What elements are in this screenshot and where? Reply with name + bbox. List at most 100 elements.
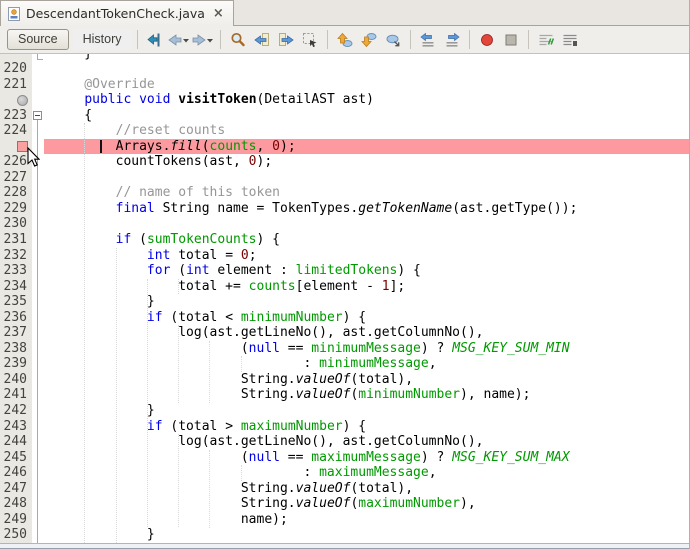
line-number-gutter[interactable]: 227 [0, 170, 32, 186]
code-text[interactable]: } [44, 527, 689, 543]
code-line[interactable]: 223 { [0, 108, 689, 124]
find-previous-icon[interactable] [250, 29, 274, 51]
code-line[interactable]: 242 } [0, 403, 689, 419]
code-text[interactable]: total += counts[element - 1]; [44, 279, 689, 295]
code-text[interactable]: countTokens(ast, 0); [44, 154, 689, 170]
code-line[interactable]: 246 : maximumMessage, [0, 465, 689, 481]
fold-margin[interactable] [32, 356, 44, 372]
code-line[interactable]: 228 // name of this token [0, 185, 689, 201]
record-macro-icon[interactable] [475, 29, 499, 51]
code-line[interactable]: 220 [0, 61, 689, 77]
line-number-gutter[interactable]: 237 [0, 325, 32, 341]
line-number-gutter[interactable]: 229 [0, 201, 32, 217]
code-line[interactable]: 231 if (sumTokenCounts) { [0, 232, 689, 248]
code-text[interactable]: { [44, 108, 689, 124]
code-line[interactable]: } [0, 54, 689, 61]
back-icon[interactable] [167, 29, 191, 51]
line-number-gutter[interactable] [0, 54, 32, 61]
last-edit-location-icon[interactable] [143, 29, 167, 51]
fold-margin[interactable] [32, 108, 44, 124]
line-number-gutter[interactable]: 245 [0, 450, 32, 466]
fold-margin[interactable] [32, 481, 44, 497]
code-text[interactable]: // name of this token [44, 185, 689, 201]
code-text[interactable]: int total = 0; [44, 248, 689, 264]
line-number-gutter[interactable]: 244 [0, 434, 32, 450]
stop-macro-icon[interactable] [499, 29, 523, 51]
code-line[interactable]: 226 countTokens(ast, 0); [0, 154, 689, 170]
fold-margin[interactable] [32, 450, 44, 466]
code-line[interactable]: 224 //reset counts [0, 123, 689, 139]
tab-descendanttokencheck[interactable]: DescendantTokenCheck.java × [0, 0, 234, 26]
fold-margin[interactable] [32, 372, 44, 388]
code-line[interactable]: 234 total += counts[element - 1]; [0, 279, 689, 295]
line-number-gutter[interactable]: 236 [0, 310, 32, 326]
forward-icon[interactable] [191, 29, 215, 51]
line-number-gutter[interactable]: 238 [0, 341, 32, 357]
toggle-highlight-icon[interactable] [298, 29, 322, 51]
fold-margin[interactable] [32, 170, 44, 186]
line-number-gutter[interactable]: 239 [0, 356, 32, 372]
code-line[interactable]: 250 } [0, 527, 689, 543]
code-text[interactable]: log(ast.getLineNo(), ast.getColumnNo(), [44, 434, 689, 450]
line-number-gutter[interactable]: 242 [0, 403, 32, 419]
fold-collapse-icon[interactable] [33, 111, 42, 120]
history-view-button[interactable]: History [73, 29, 132, 50]
code-line[interactable]: 235 } [0, 294, 689, 310]
code-text[interactable]: for (int element : limitedTokens) { [44, 263, 689, 279]
code-editor[interactable]: } 220221 @Override public void visitToken… [0, 54, 689, 549]
code-line[interactable]: 244 log(ast.getLineNo(), ast.getColumnNo… [0, 434, 689, 450]
fold-margin[interactable] [32, 341, 44, 357]
code-line[interactable]: 238 (null == minimumMessage) ? MSG_KEY_S… [0, 341, 689, 357]
line-number-gutter[interactable]: 248 [0, 496, 32, 512]
line-number-gutter[interactable]: 234 [0, 279, 32, 295]
comment-icon[interactable] [534, 29, 558, 51]
fold-margin[interactable] [32, 387, 44, 403]
code-line[interactable]: 227 [0, 170, 689, 186]
code-text[interactable]: name); [44, 512, 689, 528]
code-line[interactable]: 245 (null == maximumMessage) ? MSG_KEY_S… [0, 450, 689, 466]
next-bookmark-icon[interactable] [357, 29, 381, 51]
line-number-gutter[interactable]: 223 [0, 108, 32, 124]
fold-margin[interactable] [32, 325, 44, 341]
fold-margin[interactable] [32, 185, 44, 201]
code-line[interactable]: 230 [0, 216, 689, 232]
code-text[interactable]: Arrays.fill(counts, 0); [44, 139, 689, 155]
fold-margin[interactable] [32, 310, 44, 326]
code-line[interactable]: Arrays.fill(counts, 0); [0, 139, 689, 155]
code-text[interactable]: final String name = TokenTypes.getTokenN… [44, 201, 689, 217]
line-number-gutter[interactable]: 250 [0, 527, 32, 543]
code-line[interactable]: 247 String.valueOf(total), [0, 481, 689, 497]
fold-margin[interactable] [32, 279, 44, 295]
code-text[interactable]: : minimumMessage, [44, 356, 689, 372]
fold-margin[interactable] [32, 465, 44, 481]
find-icon[interactable] [226, 29, 250, 51]
code-text[interactable]: @Override [44, 77, 689, 93]
line-number-gutter[interactable]: 246 [0, 465, 32, 481]
code-line[interactable]: 232 int total = 0; [0, 248, 689, 264]
code-line[interactable]: 221 @Override [0, 77, 689, 93]
code-line[interactable]: public void visitToken(DetailAST ast) [0, 92, 689, 108]
override-marker-icon[interactable] [17, 95, 28, 106]
fold-margin[interactable] [32, 527, 44, 543]
code-line[interactable]: 237 log(ast.getLineNo(), ast.getColumnNo… [0, 325, 689, 341]
code-line[interactable]: 243 if (total > maximumNumber) { [0, 419, 689, 435]
line-number-gutter[interactable]: 220 [0, 61, 32, 77]
code-text[interactable]: String.valueOf(total), [44, 481, 689, 497]
fold-margin[interactable] [32, 496, 44, 512]
line-number-gutter[interactable]: 241 [0, 387, 32, 403]
line-number-gutter[interactable]: 243 [0, 419, 32, 435]
line-number-gutter[interactable]: 247 [0, 481, 32, 497]
code-text[interactable]: String.valueOf(minimumNumber), name); [44, 387, 689, 403]
fold-margin[interactable] [32, 419, 44, 435]
code-text[interactable]: if (total < minimumNumber) { [44, 310, 689, 326]
fold-margin[interactable] [32, 201, 44, 217]
line-number-gutter[interactable]: 233 [0, 263, 32, 279]
code-text[interactable]: } [44, 54, 689, 61]
line-number-gutter[interactable]: 224 [0, 123, 32, 139]
code-line[interactable]: 233 for (int element : limitedTokens) { [0, 263, 689, 279]
fold-margin[interactable] [32, 512, 44, 528]
tab-close-icon[interactable]: × [213, 7, 224, 20]
code-text[interactable]: } [44, 294, 689, 310]
line-number-gutter[interactable]: 249 [0, 512, 32, 528]
code-text[interactable]: if (total > maximumNumber) { [44, 419, 689, 435]
